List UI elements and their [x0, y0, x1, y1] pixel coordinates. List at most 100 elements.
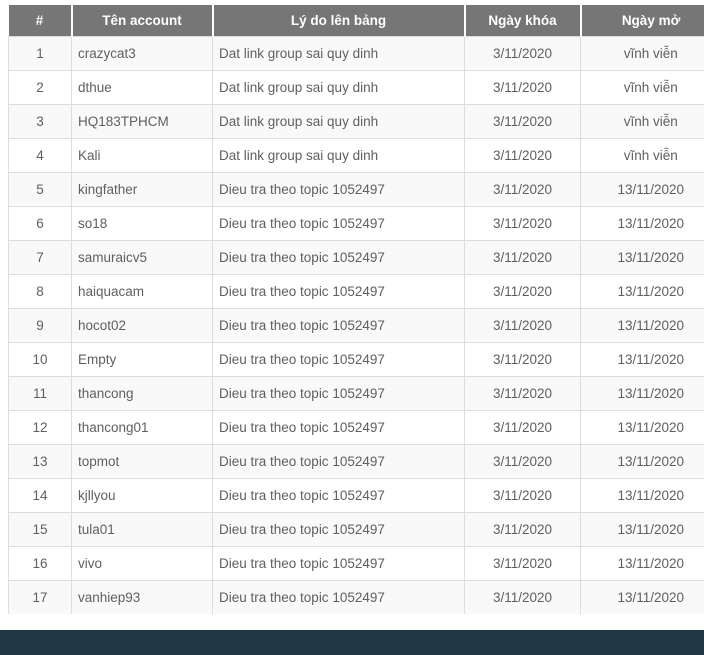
cell-account-name: kingfather	[72, 172, 213, 206]
cell-account-name: haiquacam	[72, 274, 213, 308]
cell-open-date: 13/11/2020	[581, 308, 704, 342]
table-row: 17 vanhiep93 Dieu tra theo topic 1052497…	[9, 580, 704, 614]
cell-row-number: 3	[9, 104, 72, 138]
cell-lock-date: 3/11/2020	[465, 240, 581, 274]
cell-lock-date: 3/11/2020	[465, 478, 581, 512]
cell-account-name: Kali	[72, 138, 213, 172]
table-row: 16 vivo Dieu tra theo topic 1052497 3/11…	[9, 546, 704, 580]
column-header-4: Ngày mở	[581, 5, 704, 36]
cell-open-date: 13/11/2020	[581, 410, 704, 444]
cell-lock-date: 3/11/2020	[465, 580, 581, 614]
table-row: 8 haiquacam Dieu tra theo topic 1052497 …	[9, 274, 704, 308]
cell-row-number: 4	[9, 138, 72, 172]
cell-account-name: crazycat3	[72, 36, 213, 70]
cell-row-number: 14	[9, 478, 72, 512]
cell-open-date: 13/11/2020	[581, 376, 704, 410]
table-row: 11 thancong Dieu tra theo topic 1052497 …	[9, 376, 704, 410]
cell-lock-date: 3/11/2020	[465, 138, 581, 172]
cell-account-name: samuraicv5	[72, 240, 213, 274]
cell-lock-date: 3/11/2020	[465, 104, 581, 138]
table-row: 1 crazycat3 Dat link group sai quy dinh …	[9, 36, 704, 70]
table-row: 5 kingfather Dieu tra theo topic 1052497…	[9, 172, 704, 206]
cell-ban-reason: Dieu tra theo topic 1052497	[213, 410, 465, 444]
column-header-2: Lý do lên bảng	[213, 5, 465, 36]
cell-account-name: thancong01	[72, 410, 213, 444]
cell-row-number: 12	[9, 410, 72, 444]
cell-open-date: 13/11/2020	[581, 172, 704, 206]
column-header-1: Tên account	[72, 5, 213, 36]
cell-open-date: 13/11/2020	[581, 206, 704, 240]
cell-ban-reason: Dat link group sai quy dinh	[213, 36, 465, 70]
cell-ban-reason: Dieu tra theo topic 1052497	[213, 342, 465, 376]
table-row: 10 Empty Dieu tra theo topic 1052497 3/1…	[9, 342, 704, 376]
column-header-0: #	[9, 5, 72, 36]
cell-row-number: 9	[9, 308, 72, 342]
cell-account-name: dthue	[72, 70, 213, 104]
cell-row-number: 5	[9, 172, 72, 206]
cell-ban-reason: Dieu tra theo topic 1052497	[213, 444, 465, 478]
cell-open-date: 13/11/2020	[581, 512, 704, 546]
cell-account-name: HQ183TPHCM	[72, 104, 213, 138]
cell-ban-reason: Dat link group sai quy dinh	[213, 70, 465, 104]
table-row: 15 tula01 Dieu tra theo topic 1052497 3/…	[9, 512, 704, 546]
cell-ban-reason: Dieu tra theo topic 1052497	[213, 274, 465, 308]
table-row: 6 so18 Dieu tra theo topic 1052497 3/11/…	[9, 206, 704, 240]
cell-open-date: vĩnh viễn	[581, 36, 704, 70]
cell-lock-date: 3/11/2020	[465, 512, 581, 546]
cell-ban-reason: Dieu tra theo topic 1052497	[213, 308, 465, 342]
cell-lock-date: 3/11/2020	[465, 444, 581, 478]
cell-ban-reason: Dieu tra theo topic 1052497	[213, 172, 465, 206]
cell-row-number: 16	[9, 546, 72, 580]
cell-row-number: 17	[9, 580, 72, 614]
cell-account-name: vanhiep93	[72, 580, 213, 614]
table-row: 3 HQ183TPHCM Dat link group sai quy dinh…	[9, 104, 704, 138]
cell-lock-date: 3/11/2020	[465, 70, 581, 104]
cell-row-number: 7	[9, 240, 72, 274]
footer-bar	[0, 630, 704, 655]
cell-lock-date: 3/11/2020	[465, 36, 581, 70]
table-row: 12 thancong01 Dieu tra theo topic 105249…	[9, 410, 704, 444]
cell-lock-date: 3/11/2020	[465, 546, 581, 580]
cell-ban-reason: Dieu tra theo topic 1052497	[213, 512, 465, 546]
cell-row-number: 10	[9, 342, 72, 376]
cell-account-name: Empty	[72, 342, 213, 376]
cell-account-name: topmot	[72, 444, 213, 478]
cell-lock-date: 3/11/2020	[465, 410, 581, 444]
table-row: 2 dthue Dat link group sai quy dinh 3/11…	[9, 70, 704, 104]
cell-lock-date: 3/11/2020	[465, 206, 581, 240]
cell-account-name: tula01	[72, 512, 213, 546]
cell-open-date: 13/11/2020	[581, 580, 704, 614]
column-header-3: Ngày khóa	[465, 5, 581, 36]
cell-lock-date: 3/11/2020	[465, 172, 581, 206]
cell-open-date: 13/11/2020	[581, 240, 704, 274]
ban-list-table-container: #Tên accountLý do lên bảngNgày khóaNgày …	[8, 5, 704, 614]
cell-row-number: 13	[9, 444, 72, 478]
page: #Tên accountLý do lên bảngNgày khóaNgày …	[0, 0, 704, 655]
cell-lock-date: 3/11/2020	[465, 308, 581, 342]
cell-open-date: vĩnh viễn	[581, 70, 704, 104]
table-row: 4 Kali Dat link group sai quy dinh 3/11/…	[9, 138, 704, 172]
cell-account-name: hocot02	[72, 308, 213, 342]
ban-list-table: #Tên accountLý do lên bảngNgày khóaNgày …	[8, 5, 704, 614]
table-header-row: #Tên accountLý do lên bảngNgày khóaNgày …	[9, 5, 704, 36]
cell-ban-reason: Dieu tra theo topic 1052497	[213, 240, 465, 274]
cell-lock-date: 3/11/2020	[465, 376, 581, 410]
cell-lock-date: 3/11/2020	[465, 274, 581, 308]
table-head: #Tên accountLý do lên bảngNgày khóaNgày …	[9, 5, 704, 36]
cell-ban-reason: Dieu tra theo topic 1052497	[213, 478, 465, 512]
table-row: 7 samuraicv5 Dieu tra theo topic 1052497…	[9, 240, 704, 274]
table-body: 1 crazycat3 Dat link group sai quy dinh …	[9, 36, 704, 614]
cell-row-number: 11	[9, 376, 72, 410]
cell-account-name: kjllyou	[72, 478, 213, 512]
cell-ban-reason: Dat link group sai quy dinh	[213, 138, 465, 172]
table-row: 13 topmot Dieu tra theo topic 1052497 3/…	[9, 444, 704, 478]
cell-ban-reason: Dieu tra theo topic 1052497	[213, 580, 465, 614]
cell-open-date: 13/11/2020	[581, 274, 704, 308]
cell-open-date: 13/11/2020	[581, 546, 704, 580]
cell-row-number: 15	[9, 512, 72, 546]
cell-ban-reason: Dat link group sai quy dinh	[213, 104, 465, 138]
cell-ban-reason: Dieu tra theo topic 1052497	[213, 546, 465, 580]
cell-lock-date: 3/11/2020	[465, 342, 581, 376]
cell-open-date: 13/11/2020	[581, 478, 704, 512]
cell-account-name: thancong	[72, 376, 213, 410]
